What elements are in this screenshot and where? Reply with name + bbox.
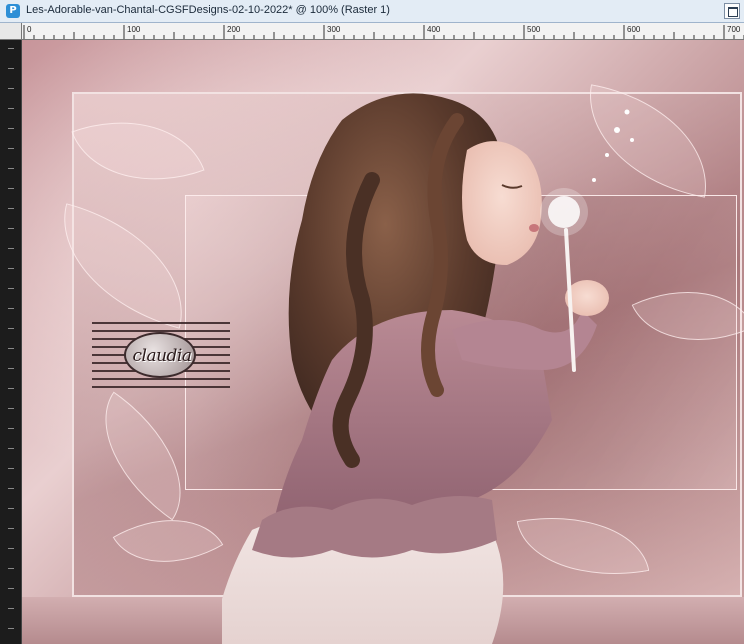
ruler-tick bbox=[8, 248, 14, 249]
horizontal-ruler[interactable]: 0 100 200 300 400 500 600 700 bbox=[22, 23, 744, 40]
ruler-label: 500 bbox=[527, 25, 541, 34]
ruler-tick bbox=[8, 608, 14, 609]
ruler-label: 600 bbox=[627, 25, 641, 34]
ruler-corner bbox=[0, 23, 22, 40]
author-watermark: claudia bbox=[92, 322, 230, 388]
ruler-label: 300 bbox=[327, 25, 341, 34]
ruler-tick bbox=[8, 188, 14, 189]
ruler-label: 100 bbox=[127, 25, 141, 34]
watermark-seal: claudia bbox=[124, 332, 196, 378]
ruler-tick bbox=[8, 148, 14, 149]
image-canvas[interactable]: claudia bbox=[22, 40, 744, 644]
ruler-tick bbox=[8, 428, 14, 429]
ruler-tick bbox=[8, 528, 14, 529]
ruler-tick bbox=[8, 128, 14, 129]
ruler-ticks: 0 100 200 300 400 500 600 700 bbox=[23, 25, 744, 39]
ruler-tick bbox=[8, 68, 14, 69]
ruler-tick bbox=[8, 488, 14, 489]
ruler-tick bbox=[8, 268, 14, 269]
ruler-tick bbox=[8, 308, 14, 309]
ruler-tick bbox=[8, 168, 14, 169]
ruler-tick bbox=[8, 388, 14, 389]
ruler-tick bbox=[8, 48, 14, 49]
ruler-tick bbox=[8, 328, 14, 329]
ruler-tick bbox=[8, 108, 14, 109]
ruler-label: 200 bbox=[227, 25, 241, 34]
ruler-tick bbox=[8, 208, 14, 209]
ruler-label: 0 bbox=[27, 25, 32, 34]
ruler-tick bbox=[8, 548, 14, 549]
ruler-tick bbox=[8, 288, 14, 289]
ruler-label: 400 bbox=[427, 25, 441, 34]
ruler-tick bbox=[8, 88, 14, 89]
ruler-tick bbox=[8, 368, 14, 369]
ruler-tick bbox=[8, 468, 14, 469]
ruler-label: 700 bbox=[727, 25, 741, 34]
ruler-tick bbox=[8, 448, 14, 449]
ruler-tick bbox=[8, 568, 14, 569]
ruler-tick bbox=[8, 408, 14, 409]
vertical-ruler[interactable] bbox=[0, 40, 22, 644]
ruler-tick bbox=[8, 348, 14, 349]
maximize-button[interactable] bbox=[724, 3, 740, 19]
ruler-tick bbox=[8, 588, 14, 589]
window-title-bar: P Les-Adorable-van-Chantal-CGSFDesigns-0… bbox=[0, 0, 744, 23]
watermark-text: claudia bbox=[132, 346, 193, 366]
ruler-tick bbox=[8, 628, 14, 629]
ruler-tick bbox=[8, 508, 14, 509]
app-icon: P bbox=[6, 4, 20, 18]
ruler-tick bbox=[8, 228, 14, 229]
girl-blowing-dandelion-photo bbox=[222, 93, 634, 644]
window-title: Les-Adorable-van-Chantal-CGSFDesigns-02-… bbox=[26, 4, 390, 16]
